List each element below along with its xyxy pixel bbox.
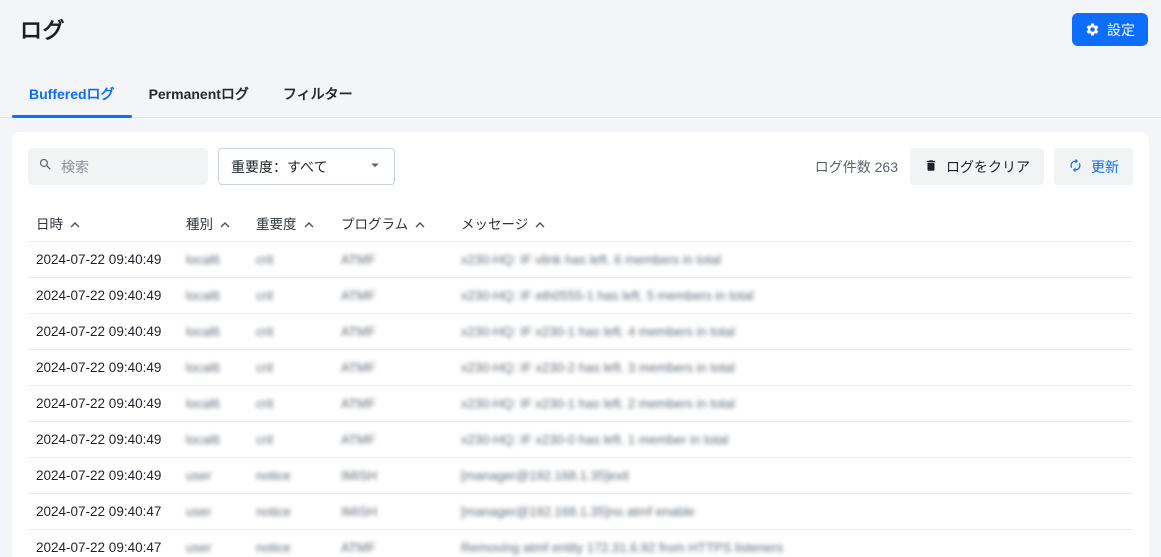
table-row: 2024-07-22 09:40:49 local6 crit ATMF x230-HQ… [28,241,1133,278]
page-title: ログ [20,18,66,43]
tab-bar: Bufferedログ Permanentログ フィルター [0,76,1161,118]
column-header-type[interactable]: 種別 [178,206,248,242]
sort-asc-icon [220,216,230,231]
cell-program: ATMF [333,313,453,350]
cell-message: x230-HQ: IF vlink has left. 6 members in… [453,241,1133,278]
cell-type: user [178,457,248,494]
log-table-body: 2024-07-22 09:40:49 local6 crit ATMF x230-HQ… [28,241,1133,557]
severity-filter-value: 重要度：すべて [231,158,328,175]
cell-type: local6 [178,277,248,314]
cell-program: ATMF [333,241,453,278]
cell-type: user [178,493,248,530]
table-row: 2024-07-22 09:40:49 local6 crit ATMF x230-HQ… [28,313,1133,350]
cell-severity: crit [248,241,333,278]
app-header: ログ 設定 [0,0,1161,46]
cell-datetime: 2024-07-22 09:40:49 [28,313,178,350]
table-row: 2024-07-22 09:40:49 local6 crit ATMF x230-HQ… [28,421,1133,458]
log-table: 日時 種別 重要度 プログラム メッセージ 2024-07-22 09:40:4… [28,206,1133,557]
sort-asc-icon [70,216,80,231]
settings-button-label: 設定 [1107,21,1135,38]
cell-datetime: 2024-07-22 09:40:47 [28,493,178,530]
table-row: 2024-07-22 09:40:49 local6 crit ATMF x230-HQ… [28,349,1133,386]
cell-type: user [178,529,248,557]
cell-severity: notice [248,529,333,557]
chevron-down-icon [366,156,384,177]
cell-message: Removing atmf entity 172.31.6.92 from HT… [453,529,1133,557]
log-count-value: 263 [874,158,898,175]
cell-program: ATMF [333,385,453,422]
cell-message: [manager@192.168.1.35]exit [453,457,1133,494]
column-header-program[interactable]: プログラム [333,206,453,242]
cell-severity: notice [248,457,333,494]
settings-button[interactable]: 設定 [1072,13,1148,46]
cell-severity: crit [248,385,333,422]
cell-message: [manager@192.168.1.35]no atmf enable [453,493,1133,530]
cell-type: local6 [178,349,248,386]
cell-severity: crit [248,277,333,314]
log-count: ログ件数 263 [815,157,898,177]
severity-filter-dropdown[interactable]: 重要度：すべて [218,148,395,185]
cell-type: local6 [178,241,248,278]
cell-datetime: 2024-07-22 09:40:49 [28,421,178,458]
search-icon [38,157,53,177]
refresh-button-label: 更新 [1091,158,1119,175]
table-header-row: 日時 種別 重要度 プログラム メッセージ [28,206,1133,242]
cell-type: local6 [178,313,248,350]
cell-message: x230-HQ: IF x230-1 has left. 2 members i… [453,385,1133,422]
table-row: 2024-07-22 09:40:49 local6 crit ATMF x230-HQ… [28,277,1133,314]
cell-datetime: 2024-07-22 09:40:49 [28,349,178,386]
cell-message: x230-HQ: IF x230-2 has left. 3 members i… [453,349,1133,386]
cell-datetime: 2024-07-22 09:40:49 [28,241,178,278]
cell-program: ATMF [333,277,453,314]
column-header-severity[interactable]: 重要度 [248,206,333,242]
column-header-datetime[interactable]: 日時 [28,206,178,242]
cell-datetime: 2024-07-22 09:40:47 [28,529,178,557]
cell-severity: crit [248,313,333,350]
log-panel: 重要度：すべて ログ件数 263 ログをクリア 更新 [12,132,1149,557]
tab-filter[interactable]: フィルター [266,76,370,117]
cell-datetime: 2024-07-22 09:40:49 [28,385,178,422]
refresh-icon [1068,158,1083,176]
cell-datetime: 2024-07-22 09:40:49 [28,457,178,494]
cell-severity: crit [248,421,333,458]
sort-asc-icon [415,216,425,231]
cell-message: x230-HQ: IF x230-0 has left. 1 member in… [453,421,1133,458]
trash-icon [924,158,938,176]
sort-asc-icon [535,216,545,231]
column-header-message[interactable]: メッセージ [453,206,1133,242]
cell-program: ATMF [333,349,453,386]
refresh-button[interactable]: 更新 [1054,148,1133,185]
cell-message: x230-HQ: IF eth0555-1 has left. 5 member… [453,277,1133,314]
toolbar: 重要度：すべて ログ件数 263 ログをクリア 更新 [28,148,1133,185]
table-row: 2024-07-22 09:40:49 user notice IMISH [manag… [28,457,1133,494]
cell-severity: notice [248,493,333,530]
cell-program: ATMF [333,529,453,557]
clear-logs-button-label: ログをクリア [946,158,1030,175]
cell-message: x230-HQ: IF x230-1 has left. 4 members i… [453,313,1133,350]
sort-asc-icon [304,216,314,231]
cell-type: local6 [178,421,248,458]
log-count-label: ログ件数 [814,158,875,175]
clear-logs-button[interactable]: ログをクリア [910,148,1044,185]
cell-datetime: 2024-07-22 09:40:49 [28,277,178,314]
cell-severity: crit [248,349,333,386]
cell-program: IMISH [333,457,453,494]
cell-program: IMISH [333,493,453,530]
table-row: 2024-07-22 09:40:47 user notice IMISH [manag… [28,493,1133,530]
search-box [28,148,208,185]
tab-buffered-log[interactable]: Bufferedログ [12,76,132,118]
gear-icon [1085,22,1100,37]
table-row: 2024-07-22 09:40:49 local6 crit ATMF x230-HQ… [28,385,1133,422]
table-row: 2024-07-22 09:40:47 user notice ATMF Removin… [28,529,1133,557]
cell-type: local6 [178,385,248,422]
tab-permanent-log[interactable]: Permanentログ [132,76,266,117]
cell-program: ATMF [333,421,453,458]
search-input[interactable] [61,158,198,175]
